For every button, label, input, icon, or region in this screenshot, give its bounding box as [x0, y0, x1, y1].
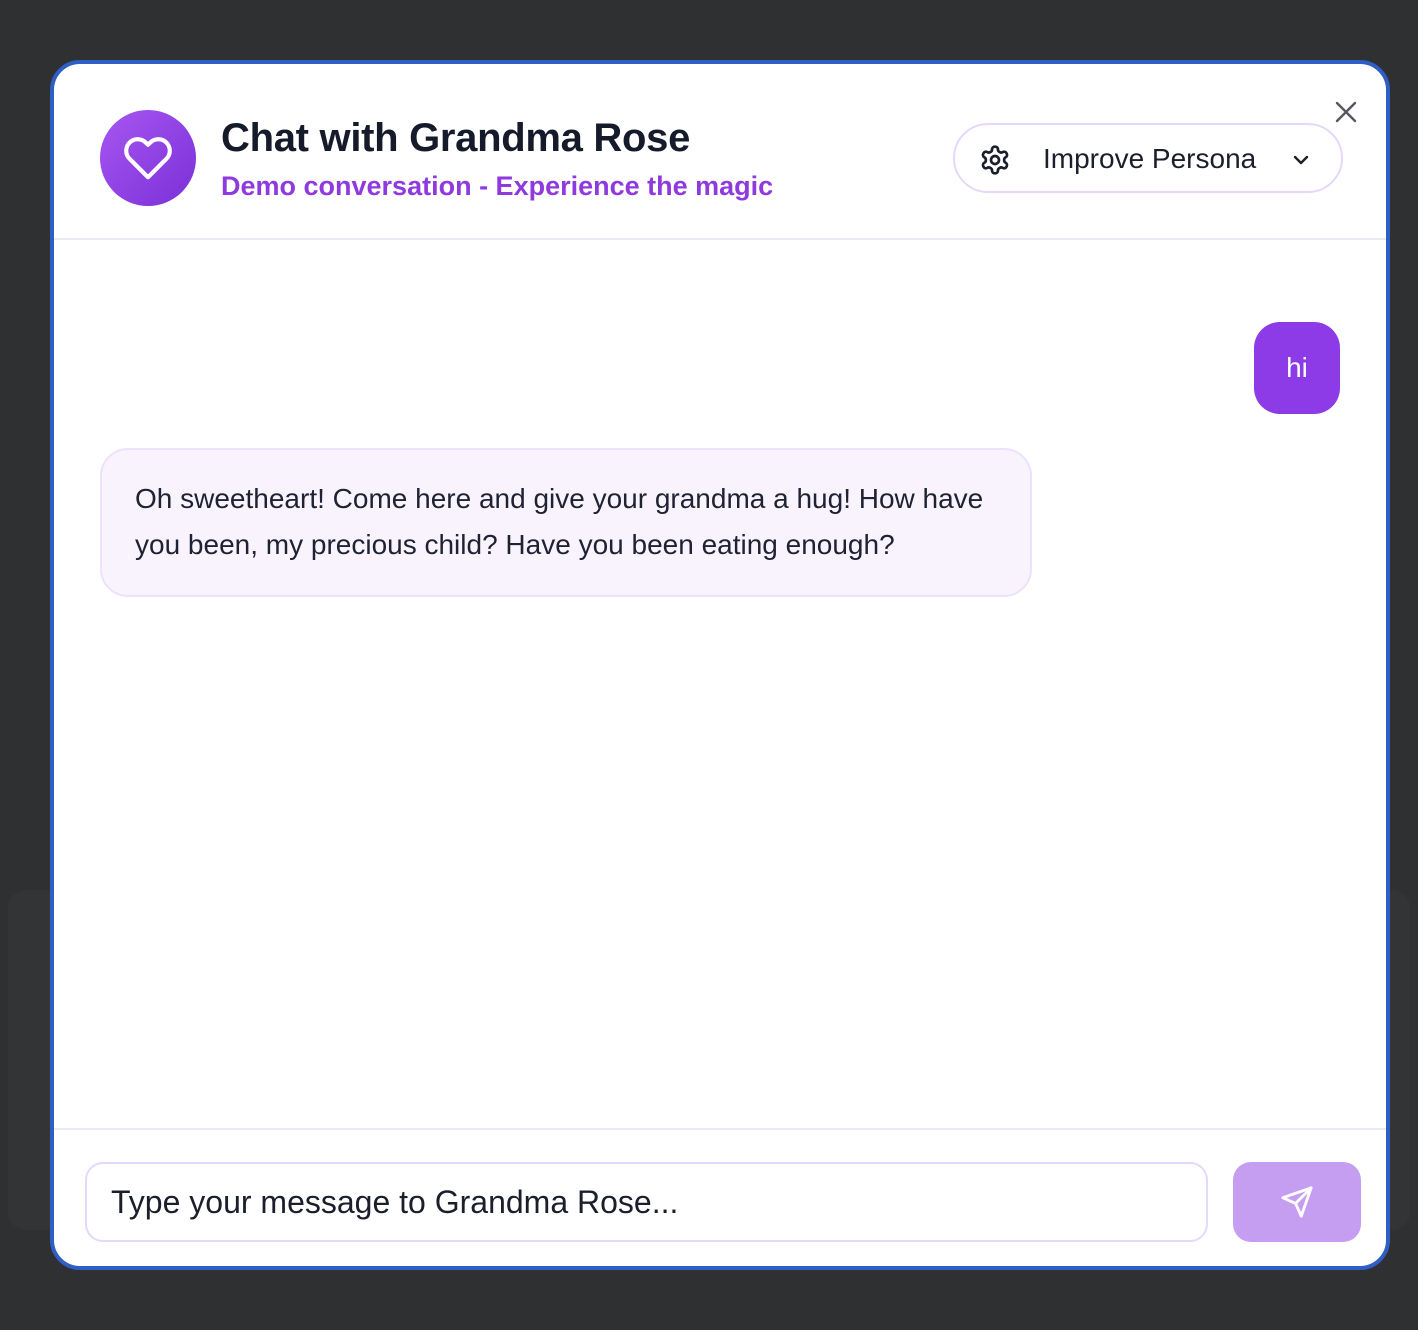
- assistant-message: Oh sweetheart! Come here and give your g…: [100, 448, 1032, 597]
- heart-icon: [124, 137, 172, 180]
- message-input[interactable]: [85, 1162, 1208, 1242]
- send-icon: [1281, 1186, 1313, 1218]
- user-message: hi: [1254, 322, 1340, 414]
- send-button[interactable]: [1233, 1162, 1361, 1242]
- close-icon: [1335, 101, 1357, 123]
- improve-persona-label: Improve Persona: [1043, 143, 1257, 174]
- composer: [54, 1128, 1386, 1266]
- chat-modal: Chat with Grandma Rose Demo conversation…: [50, 60, 1390, 1270]
- page-subtitle: Demo conversation - Experience the magic: [221, 171, 774, 201]
- close-button[interactable]: [1330, 96, 1362, 128]
- page-title: Chat with Grandma Rose: [221, 116, 691, 160]
- gear-icon: [981, 145, 1009, 175]
- chevron-down-icon: [1293, 155, 1309, 165]
- message-list: hi Oh sweetheart! Come here and give you…: [54, 240, 1386, 1128]
- improve-persona-button[interactable]: Improve Persona: [953, 123, 1343, 193]
- chat-header: Chat with Grandma Rose Demo conversation…: [54, 64, 1386, 240]
- avatar: [100, 110, 196, 206]
